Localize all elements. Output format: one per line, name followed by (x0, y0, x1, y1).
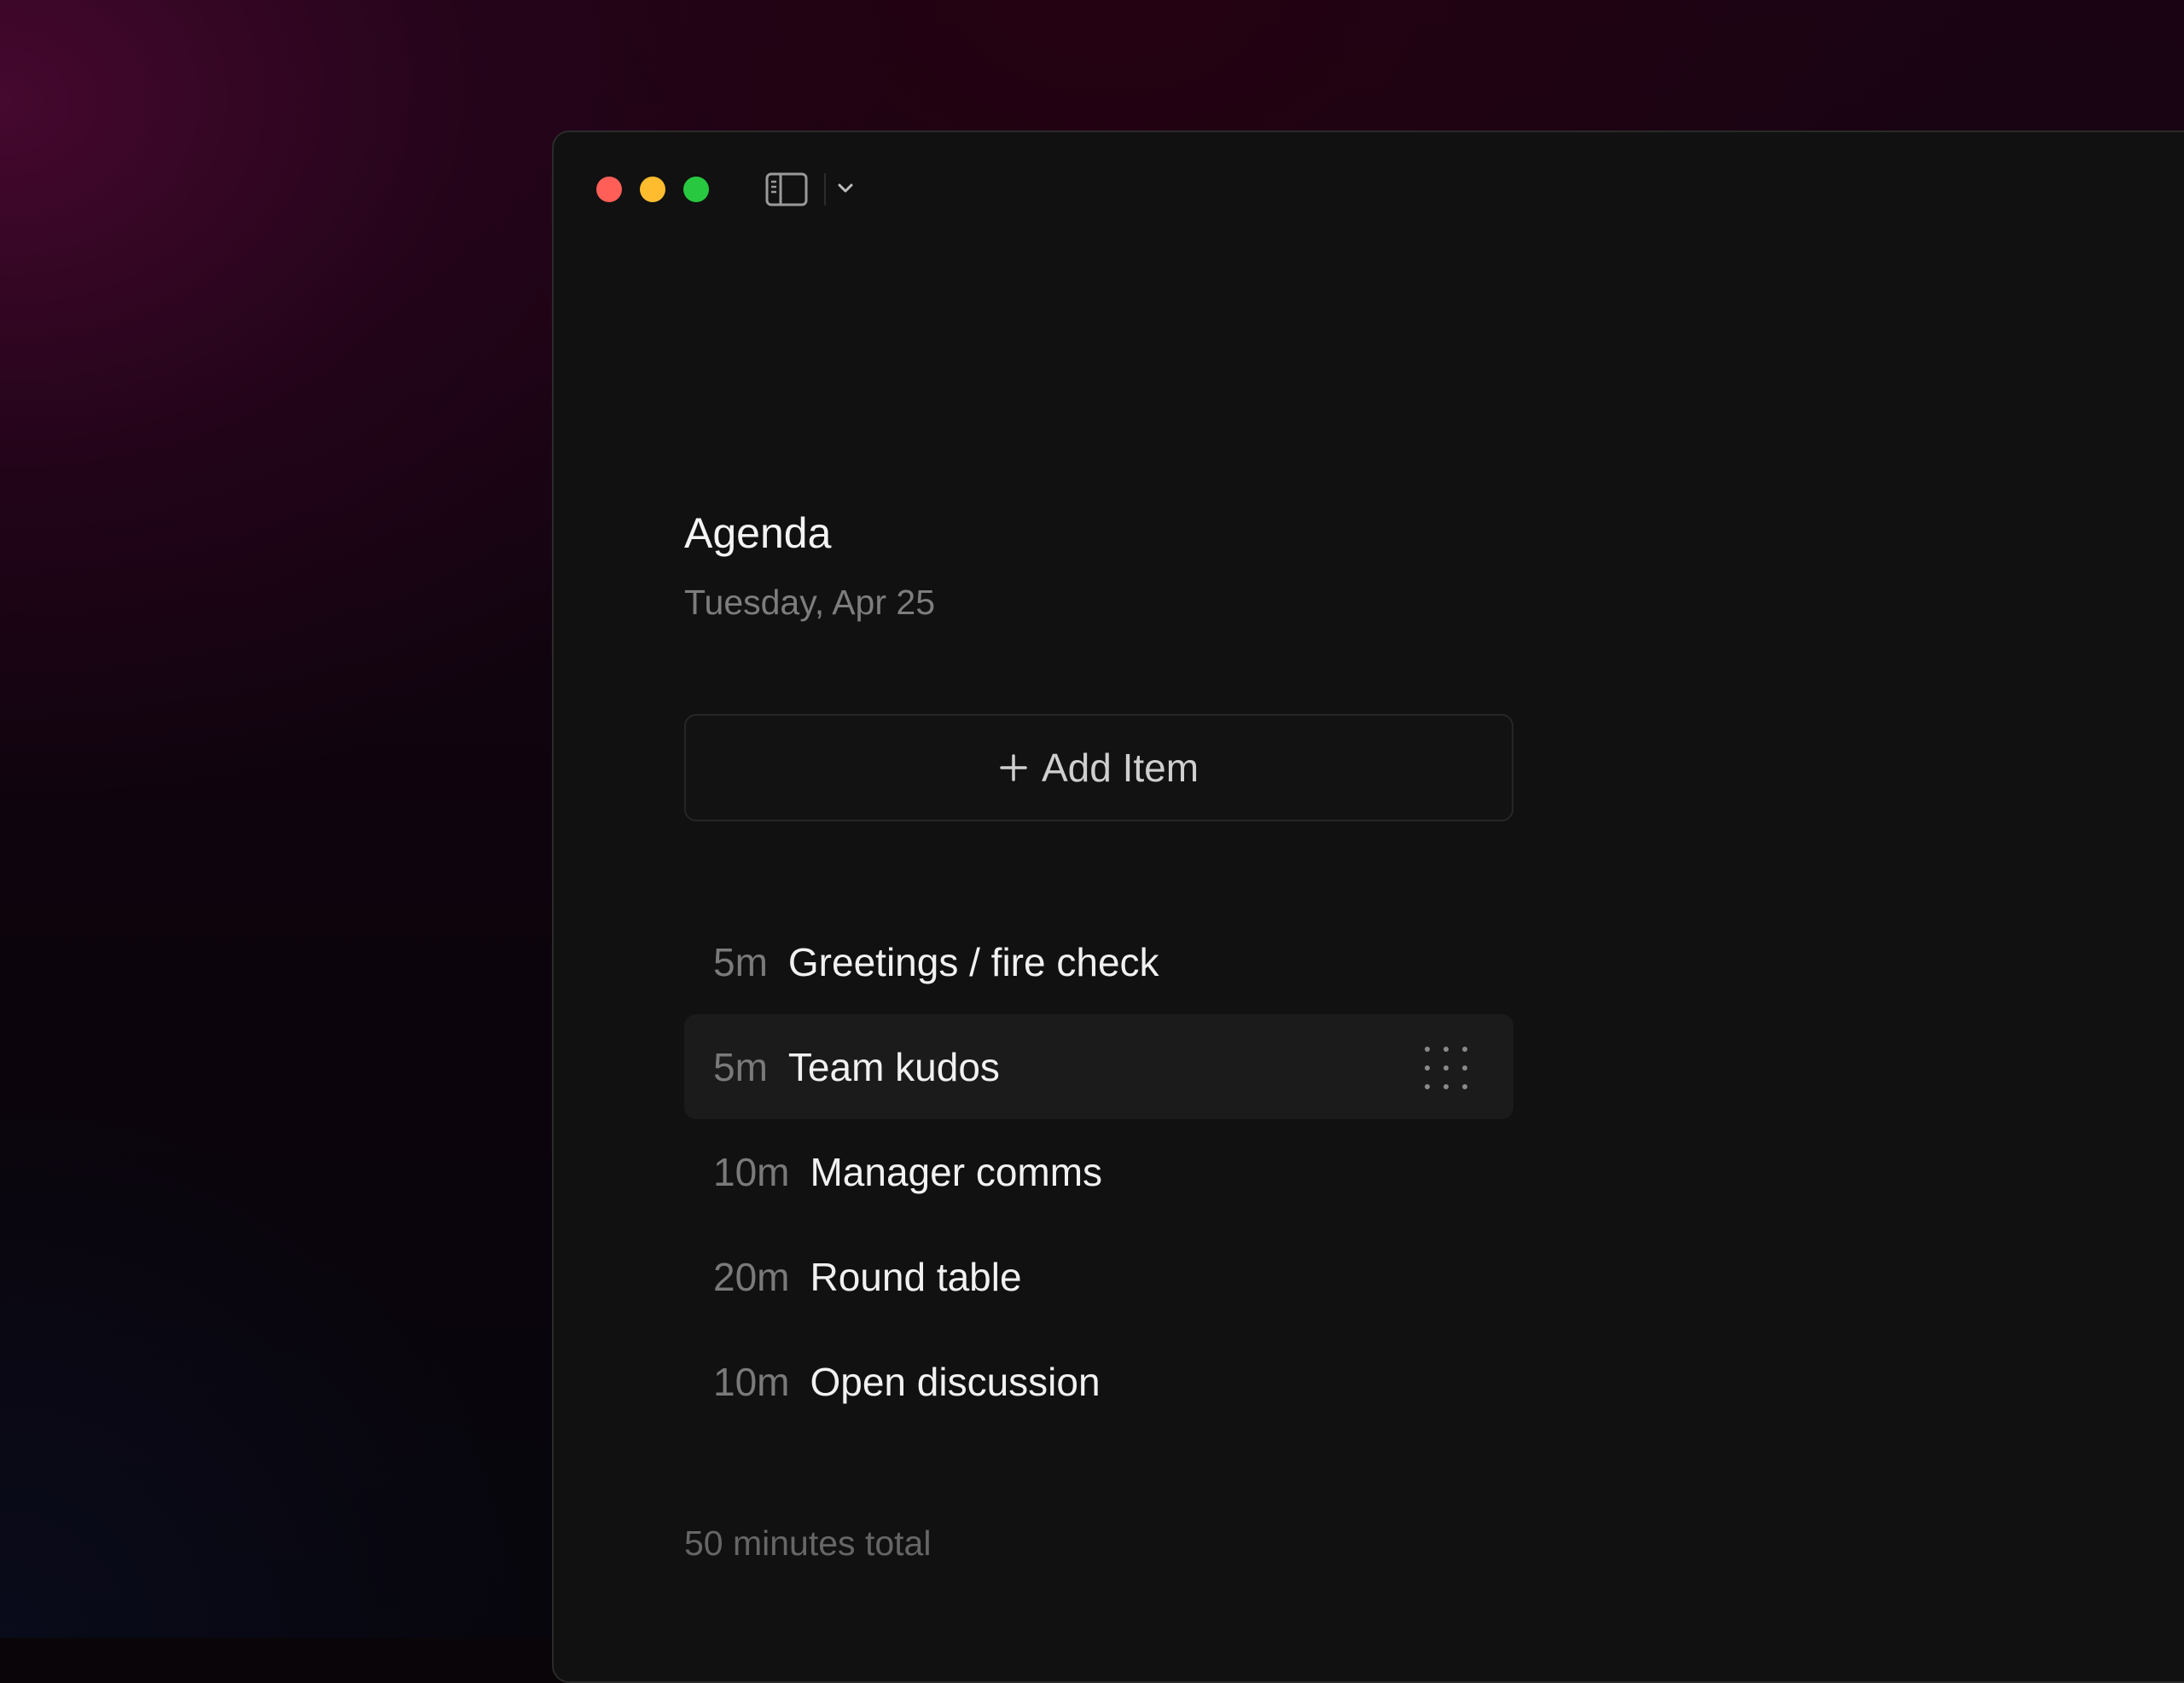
agenda-list: 5m Greetings / fire check 5m Team kudos … (684, 909, 1513, 1434)
item-duration: 5m (713, 1044, 768, 1089)
add-item-label: Add Item (1041, 746, 1199, 790)
agenda-item[interactable]: 10m Open discussion (684, 1329, 1513, 1434)
item-duration: 20m (713, 1254, 790, 1299)
total-duration: 50 minutes total (684, 1523, 932, 1563)
page-title: Agenda (684, 509, 832, 557)
sidebar-toggle-button[interactable] (765, 171, 808, 207)
chevron-down-icon (838, 183, 853, 193)
item-title: Greetings / fire check (787, 939, 1159, 984)
page-date: Tuesday, Apr 25 (684, 583, 936, 622)
agenda-item[interactable]: 20m Round table (684, 1224, 1513, 1329)
item-duration: 5m (713, 939, 768, 984)
plus-icon (999, 753, 1028, 782)
item-title: Manager comms (810, 1149, 1103, 1194)
minimize-window-button[interactable] (640, 177, 665, 202)
item-title: Round table (810, 1254, 1022, 1299)
agenda-item-active[interactable]: 5m Team kudos (684, 1014, 1513, 1119)
item-duration: 10m (713, 1359, 790, 1404)
close-window-button[interactable] (596, 177, 622, 202)
item-title: Open discussion (810, 1359, 1101, 1404)
item-title: Team kudos (787, 1044, 1000, 1089)
drag-handle-icon[interactable] (1425, 1047, 1467, 1089)
item-duration: 10m (713, 1149, 790, 1194)
title-bar (554, 132, 2184, 243)
agenda-item[interactable]: 5m Greetings / fire check (684, 909, 1513, 1014)
agenda-item[interactable]: 10m Manager comms (684, 1119, 1513, 1224)
sidebar-options-button[interactable] (834, 177, 857, 200)
zoom-window-button[interactable] (683, 177, 709, 202)
add-item-button[interactable]: Add Item (684, 714, 1513, 821)
app-window: Agenda Tuesday, Apr 25 Add Item 5m Greet… (552, 131, 2184, 1683)
sidebar-icon (765, 172, 808, 206)
toolbar-divider (824, 173, 826, 206)
